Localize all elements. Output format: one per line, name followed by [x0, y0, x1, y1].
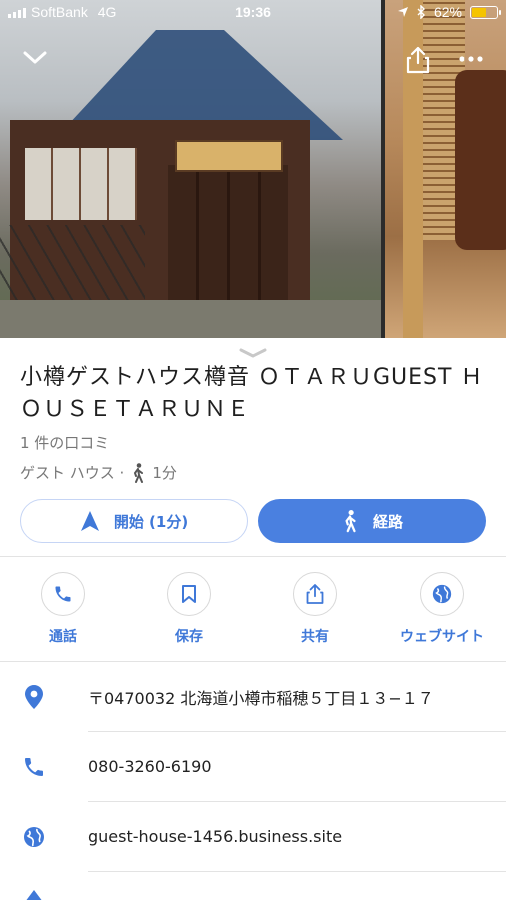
partial-icon — [26, 890, 42, 900]
share-action-circle[interactable] — [293, 572, 337, 616]
place-title: 小樽ゲストハウス樽音 ＯＴＡＲＵGUEST ＨＯＵＳＥＴＡＲＵＮＥ — [20, 365, 484, 422]
phone-row[interactable]: 080-3260-6190 — [0, 732, 506, 801]
battery-icon — [470, 5, 501, 19]
collapse-button[interactable] — [18, 44, 52, 72]
phone-text: 080-3260-6190 — [88, 757, 212, 776]
more-options-button[interactable] — [454, 46, 488, 72]
navigation-arrow-icon — [80, 511, 99, 531]
website-text: guest-house-1456.business.site — [88, 827, 343, 846]
divider — [0, 556, 506, 557]
save-action[interactable]: 保存 — [139, 572, 239, 646]
directions-button[interactable]: 経路 — [258, 499, 486, 543]
website-label: ウェブサイト — [400, 629, 484, 645]
walking-icon — [345, 509, 356, 533]
save-label: 保存 — [175, 629, 203, 645]
battery-percent: 62% — [433, 4, 462, 20]
bookmark-icon — [182, 585, 196, 603]
phone-icon — [25, 757, 43, 776]
share-icon — [406, 46, 430, 74]
share-icon — [306, 584, 324, 604]
chevron-down-icon — [23, 51, 47, 64]
walking-icon — [134, 462, 144, 483]
place-category: ゲスト ハウス · — [20, 464, 125, 482]
website-row[interactable]: guest-house-1456.business.site — [0, 802, 506, 871]
status-bar: SoftBank 4G 19:36 62% — [0, 0, 506, 26]
main-photo[interactable] — [0, 0, 381, 338]
start-navigation-button[interactable]: 開始 (1分) — [20, 499, 248, 543]
share-label: 共有 — [301, 629, 329, 645]
header-share-button[interactable] — [402, 44, 434, 76]
share-action[interactable]: 共有 — [265, 572, 365, 646]
address-text: 〒0470032 北海道小樽市稲穂５丁目１３−１７ — [88, 688, 434, 708]
bluetooth-icon — [417, 5, 425, 19]
directions-button-label: 経路 — [372, 512, 403, 531]
chevron-handle-icon — [239, 348, 267, 358]
reviews-count[interactable]: 1 件の口コミ — [20, 432, 109, 453]
location-arrow-icon — [397, 7, 408, 17]
website-action[interactable]: ウェブサイト — [392, 572, 492, 646]
photo-door — [168, 165, 288, 310]
more-dots-icon — [459, 56, 483, 62]
location-pin-icon — [25, 684, 43, 709]
photo-sign — [175, 140, 283, 172]
call-label: 通話 — [49, 629, 77, 645]
address-row[interactable]: 〒0470032 北海道小樽市稲穂５丁目１３−１７ — [0, 662, 506, 731]
phone-icon — [55, 586, 71, 602]
photo-window — [25, 148, 137, 220]
walk-time: 1分 — [152, 464, 177, 482]
start-button-label: 開始 (1分) — [113, 512, 189, 531]
globe-icon — [432, 584, 452, 604]
sheet-handle[interactable] — [238, 344, 268, 358]
photo-chair — [455, 70, 506, 250]
place-meta: ゲスト ハウス · 1分 — [20, 462, 177, 483]
call-action[interactable]: 通話 — [13, 572, 113, 646]
website-action-circle[interactable] — [420, 572, 464, 616]
globe-icon — [24, 826, 44, 847]
call-action-circle[interactable] — [41, 572, 85, 616]
photo-bicycles — [0, 225, 145, 305]
status-right: 62% — [397, 4, 501, 20]
next-row-partial[interactable] — [0, 872, 506, 900]
photo-ground — [0, 300, 381, 338]
save-action-circle[interactable] — [167, 572, 211, 616]
